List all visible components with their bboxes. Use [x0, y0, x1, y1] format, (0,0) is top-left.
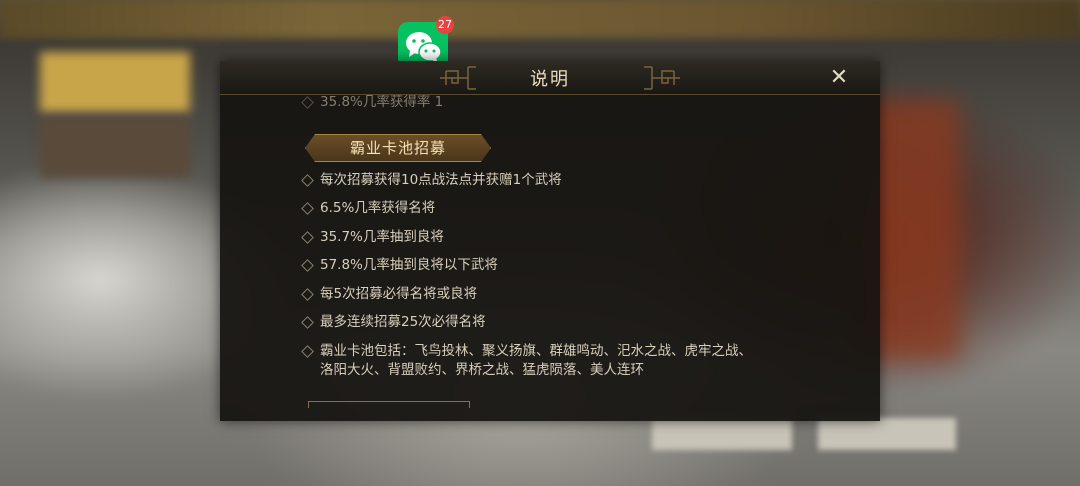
item-text: 每次招募获得10点战法点并获赠1个武将: [320, 172, 562, 188]
pool-list-line: 洛阳大火、背盟败约、界桥之战、猛虎陨落、美人连环: [320, 362, 644, 378]
diamond-bullet-icon: [301, 202, 314, 215]
list-item: 6.5%几率获得名将: [300, 199, 435, 218]
notification-badge: 27: [436, 16, 454, 34]
background-button: [818, 418, 956, 450]
background-card: [40, 52, 190, 112]
item-text: 每5次招募必得名将或良将: [320, 286, 478, 302]
background-card: [40, 118, 190, 178]
diamond-bullet-icon: [301, 174, 314, 187]
diamond-bullet-icon: [301, 345, 314, 358]
pool-list-line: 霸业卡池包括：飞鸟投林、聚义扬旗、群雄鸣动、汜水之战、虎牢之战、: [320, 343, 752, 359]
diamond-bullet-icon: [301, 316, 314, 329]
item-text: 6.5%几率获得名将: [320, 200, 436, 216]
list-item: 57.8%几率抽到良将以下武将: [300, 256, 498, 275]
background-top-bar: [0, 0, 1080, 38]
item-text: 57.8%几率抽到良将以下武将: [320, 257, 498, 273]
description-dialog: 说明 ✕ 35.8%几率获得率 1 霸业卡池招募 每次招募获得10点战法点并获赠…: [220, 61, 880, 421]
list-item: 每5次招募必得名将或良将: [300, 285, 477, 304]
list-item: 每次招募获得10点战法点并获赠1个武将: [300, 171, 562, 190]
background-button: [652, 418, 792, 450]
item-text: 35.7%几率抽到良将: [320, 229, 444, 245]
next-section-banner-edge: [308, 401, 470, 408]
diamond-bullet-icon: [301, 288, 314, 301]
list-item: 最多连续招募25次必得名将: [300, 313, 486, 332]
diamond-bullet-icon: [301, 231, 314, 244]
close-icon[interactable]: ✕: [826, 65, 852, 91]
item-text: 最多连续招募25次必得名将: [320, 314, 486, 330]
section-items: 每次招募获得10点战法点并获赠1个武将 6.5%几率获得名将 35.7%几率抽到…: [300, 61, 820, 421]
diamond-bullet-icon: [301, 259, 314, 272]
list-item: 35.7%几率抽到良将: [300, 228, 444, 247]
list-item: 霸业卡池包括：飞鸟投林、聚义扬旗、群雄鸣动、汜水之战、虎牢之战、 洛阳大火、背盟…: [300, 342, 752, 380]
